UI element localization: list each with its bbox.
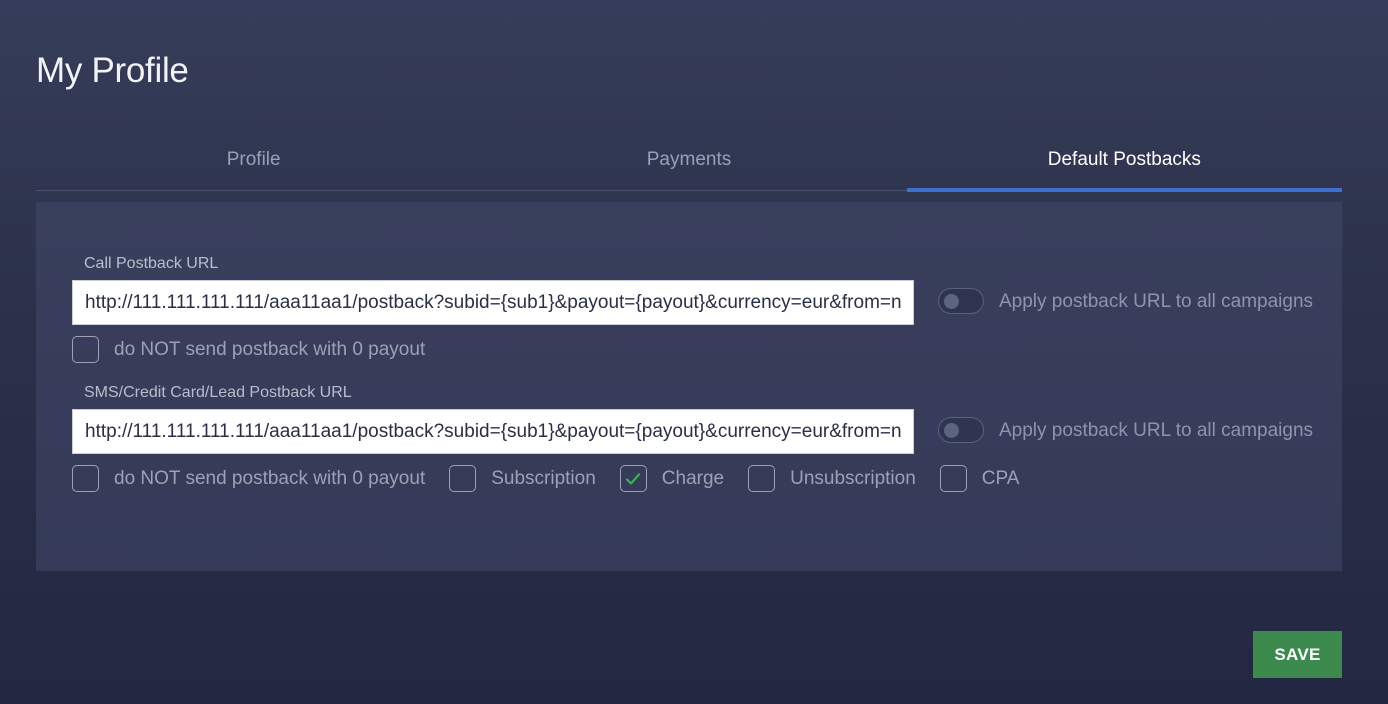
toggle-knob [944, 294, 959, 309]
checkbox-label: Unsubscription [790, 467, 916, 489]
checkbox-box [449, 465, 477, 492]
tab-bar: Profile Payments Default Postbacks [36, 130, 1343, 192]
tab-profile[interactable]: Profile [36, 130, 471, 190]
checkbox-box [939, 465, 967, 492]
postbacks-panel: Call Postback URL Apply postback URL to … [36, 202, 1342, 571]
subscription-checkbox[interactable]: Subscription [449, 465, 596, 492]
checkbox-label: do NOT send postback with 0 payout [114, 467, 426, 489]
sms-apply-all-label: Apply postback URL to all campaigns [999, 420, 1314, 441]
checkbox-box [619, 465, 647, 492]
check-icon [626, 472, 641, 485]
tab-payments[interactable]: Payments [471, 130, 906, 190]
checkbox-label: Subscription [491, 467, 596, 489]
checkbox-label: CPA [981, 467, 1020, 489]
toggle-knob [944, 423, 959, 438]
sms-postback-url-input[interactable] [72, 409, 914, 454]
page-title: My Profile [36, 51, 189, 91]
sms-options-row: do NOT send postback with 0 payout Subsc… [72, 465, 1043, 492]
call-postback-label: Call Postback URL [84, 255, 219, 272]
tab-default-postbacks[interactable]: Default Postbacks [906, 130, 1343, 192]
call-postback-url-input[interactable] [72, 280, 914, 325]
call-apply-all-label: Apply postback URL to all campaigns [999, 291, 1314, 312]
checkbox-box [72, 336, 99, 363]
checkbox-box [72, 465, 99, 492]
call-zero-payout-checkbox[interactable]: do NOT send postback with 0 payout [72, 336, 425, 363]
cpa-checkbox[interactable]: CPA [939, 465, 1020, 492]
sms-postback-label: SMS/Credit Card/Lead Postback URL [84, 384, 352, 401]
call-apply-all-toggle[interactable] [938, 288, 984, 314]
checkbox-label: do NOT send postback with 0 payout [114, 338, 426, 360]
checkbox-label: Charge [661, 467, 725, 489]
sms-apply-all-toggle[interactable] [938, 417, 984, 443]
call-options-row: do NOT send postback with 0 payout [72, 336, 449, 363]
charge-checkbox[interactable]: Charge [619, 465, 725, 492]
save-button[interactable]: SAVE [1253, 631, 1342, 678]
sms-zero-payout-checkbox[interactable]: do NOT send postback with 0 payout [72, 465, 425, 492]
checkbox-box [748, 465, 776, 492]
unsubscription-checkbox[interactable]: Unsubscription [748, 465, 916, 492]
